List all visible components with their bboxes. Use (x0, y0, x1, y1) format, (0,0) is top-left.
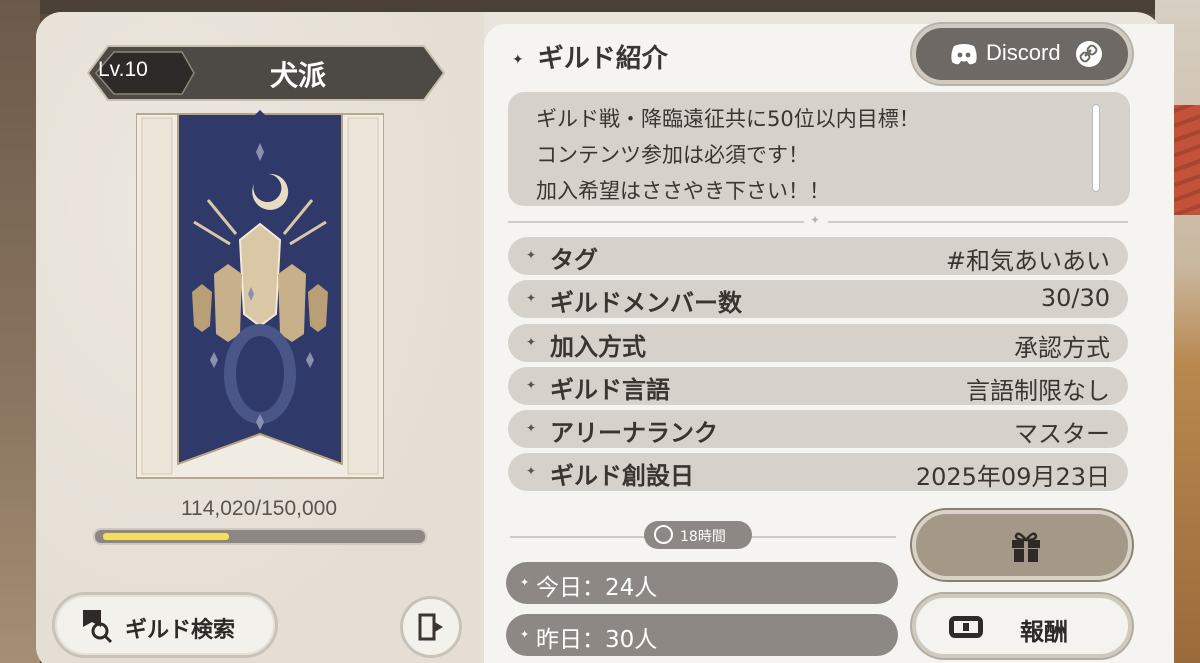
gift-button[interactable] (912, 510, 1132, 580)
intro-scrollbar[interactable] (1092, 104, 1100, 192)
attendance-today: ✦ 今日：24人 (506, 562, 898, 604)
info-row-tag: ✦ タグ #和気あいあい (508, 237, 1128, 275)
timer-label: 18時間 (680, 529, 726, 545)
gift-icon (1008, 528, 1044, 568)
info-row-join-method: ✦ 加入方式 承認方式 (508, 324, 1128, 362)
treasure-chest-icon (946, 612, 986, 646)
reward-button[interactable]: 報酬 (912, 594, 1132, 658)
guild-intro-box[interactable]: ギルド戦・降臨遠征共に50位以内目標！ コンテンツ参加は必須です！ 加入希望はさ… (508, 92, 1130, 206)
guild-search-label: ギルド検索 (125, 618, 236, 643)
discord-button[interactable]: Discord (912, 24, 1132, 84)
attendance-yesterday: ✦ 昨日：30人 (506, 614, 898, 656)
guild-banner (135, 104, 385, 488)
info-row-founded-date: ✦ ギルド創設日 2025年09月23日 (508, 453, 1128, 491)
section-divider: ✦ (508, 213, 1128, 227)
info-row-arena-rank: ✦ アリーナランク マスター (508, 410, 1128, 448)
link-icon (1076, 41, 1102, 67)
guild-exp-fill (103, 533, 229, 540)
guild-header-ribbon: Lv.10 犬派 (74, 42, 448, 104)
guild-exp-bar (93, 528, 427, 545)
guild-name: 犬派 (270, 59, 327, 92)
discord-icon (950, 42, 978, 70)
leave-guild-button[interactable] (400, 596, 462, 658)
guild-intro-title: ✦ ギルド紹介 (512, 44, 668, 74)
exit-door-icon (415, 611, 447, 647)
guild-exp-text: 114,020/150,000 (180, 497, 338, 520)
guild-level: Lv.10 (98, 58, 148, 81)
intro-line: 加入希望はささやき下さい！！ (536, 179, 830, 203)
guild-search-button[interactable]: ギルド検索 (52, 592, 278, 658)
intro-line: コンテンツ参加は必須です！ (536, 143, 809, 167)
background-left-scenery (0, 0, 40, 663)
sparkle-icon: ✦ (512, 51, 524, 68)
reset-timer-badge: 18時間 (644, 521, 752, 549)
stopwatch-icon (654, 525, 673, 544)
intro-line: ギルド戦・降臨遠征共に50位以内目標！ (536, 107, 920, 131)
info-row-language: ✦ ギルド言語 言語制限なし (508, 367, 1128, 405)
reward-label: 報酬 (1020, 618, 1068, 646)
discord-label: Discord (986, 40, 1061, 65)
guild-search-icon (77, 607, 115, 649)
info-row-member-count: ✦ ギルドメンバー数 30/30 (508, 280, 1128, 318)
